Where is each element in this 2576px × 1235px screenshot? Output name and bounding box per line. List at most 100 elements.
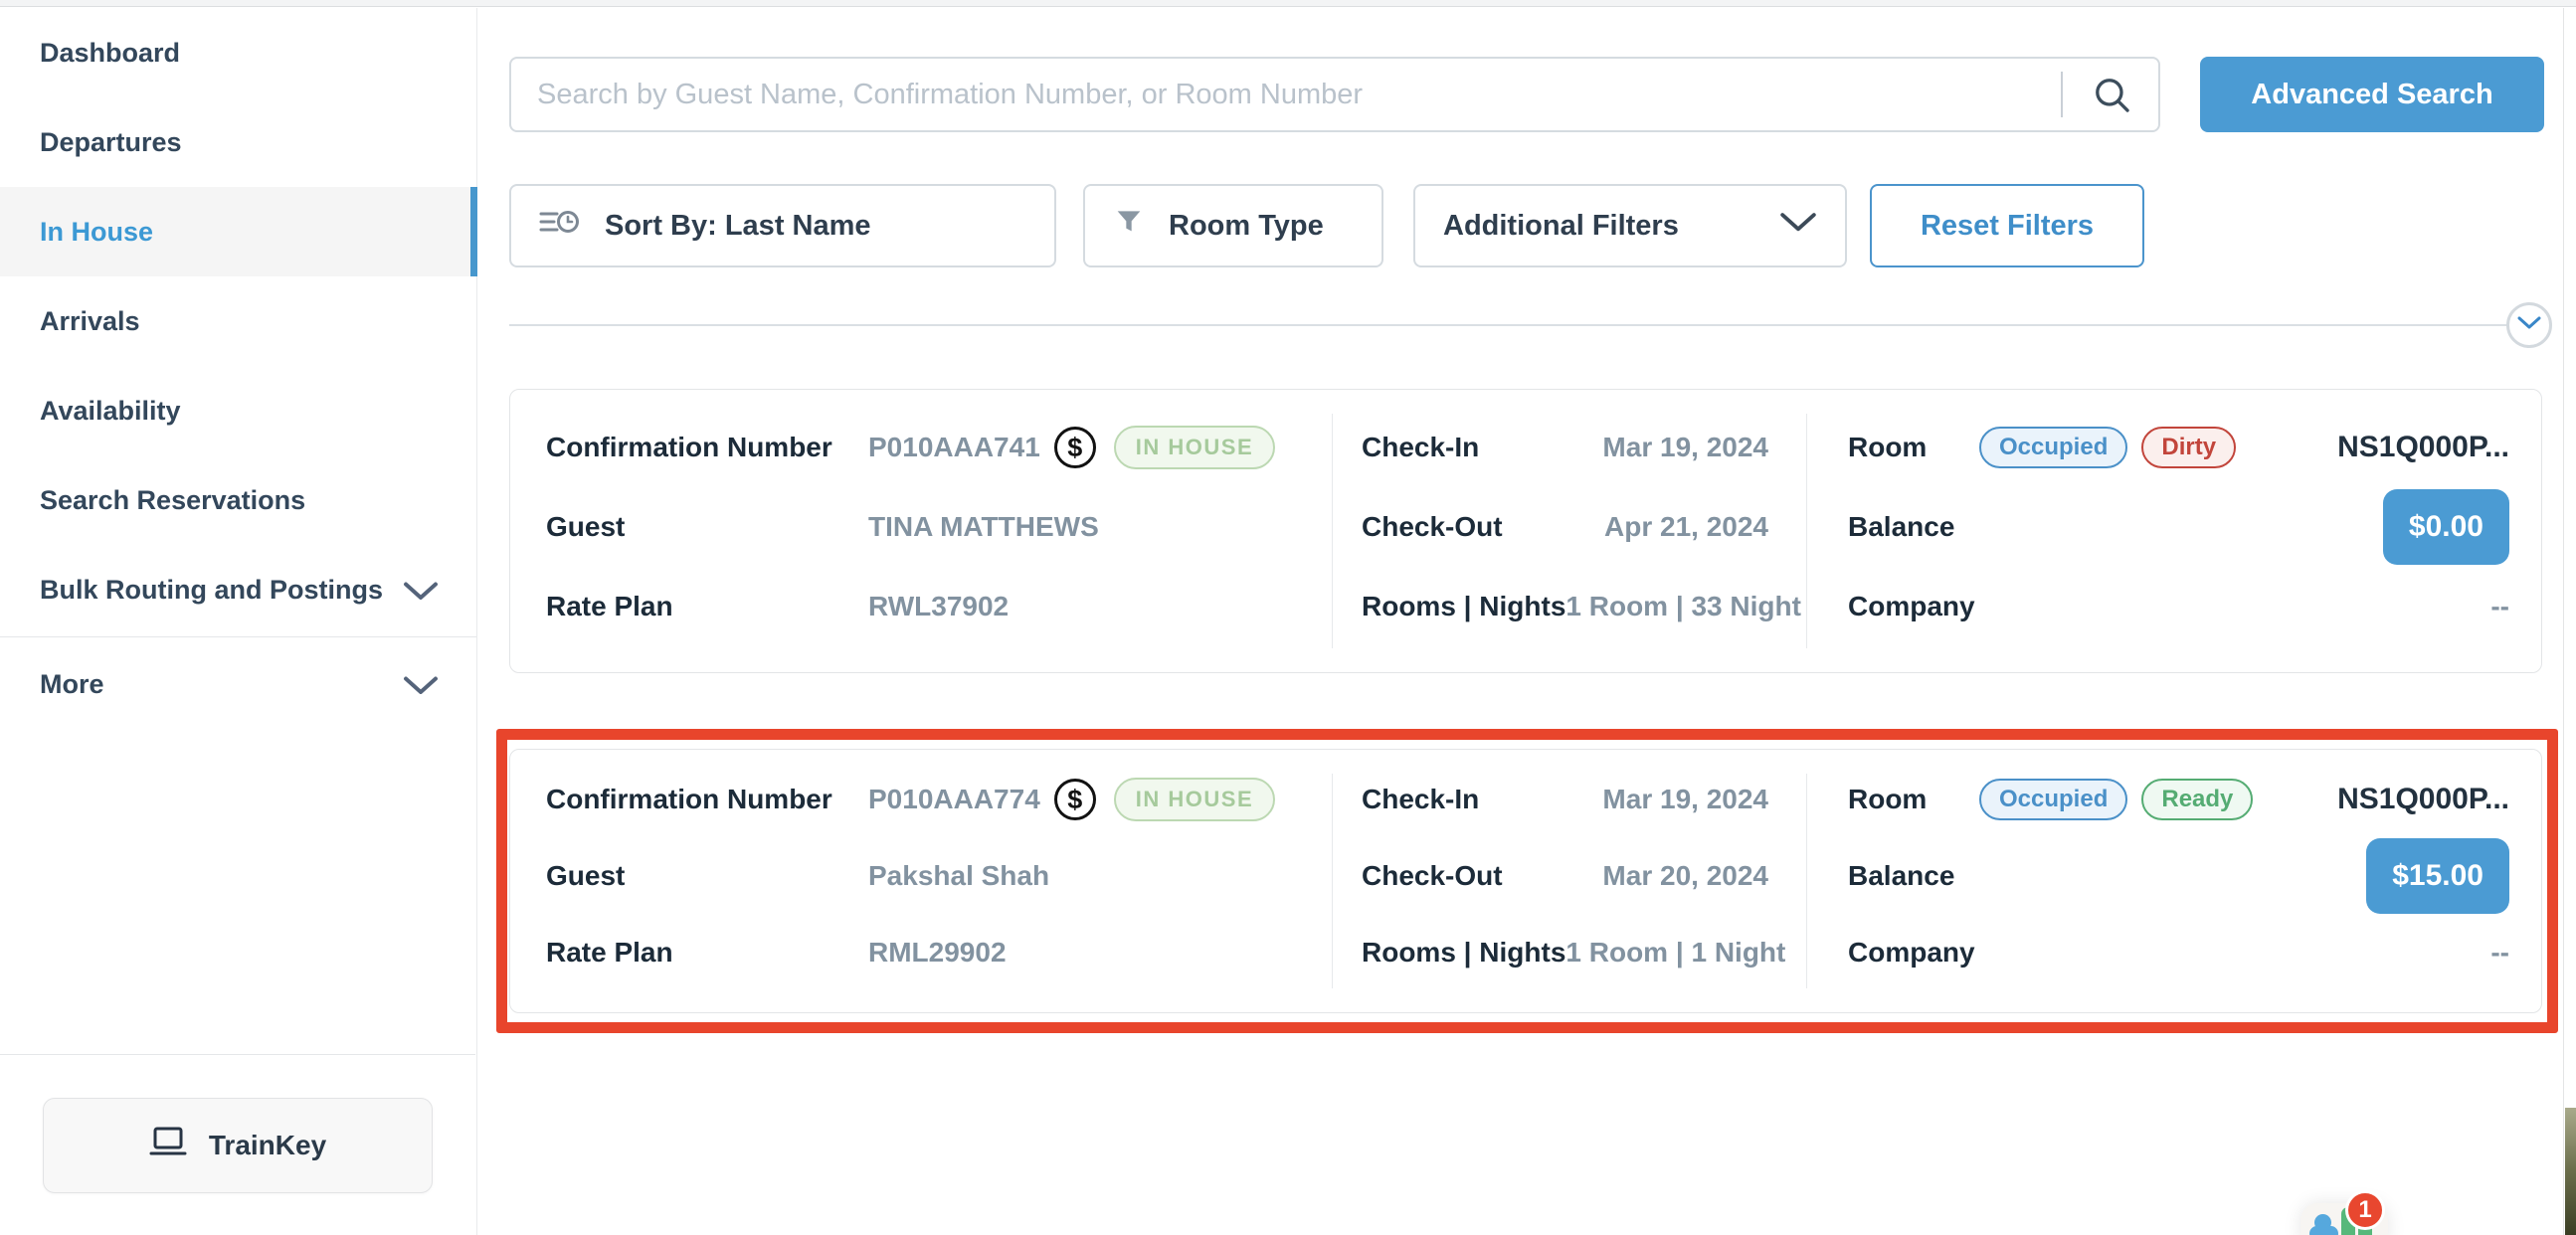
rooms-nights-row: Rooms | Nights 1 Room | 1 Night (1362, 931, 1768, 974)
sidebar-item-in-house[interactable]: In House (0, 187, 476, 276)
trainkey-label: TrainKey (209, 1130, 326, 1161)
dirty-badge: Dirty (2141, 427, 2236, 468)
chat-logo-shape (2309, 1226, 2338, 1235)
search-input[interactable] (511, 59, 2158, 130)
card-guest-column: Confirmation Number P010AAA741 $ IN HOUS… (546, 390, 1312, 672)
room-label: Room (1848, 432, 1979, 463)
additional-filters-label: Additional Filters (1443, 210, 1679, 243)
confirmation-number-label: Confirmation Number (546, 432, 868, 463)
advanced-search-button[interactable]: Advanced Search (2200, 57, 2544, 132)
sidebar-item-label: In House (40, 217, 153, 248)
chevron-down-icon (2517, 315, 2541, 336)
window-top-edge (0, 0, 2576, 7)
room-type-label: Room Type (1169, 210, 1324, 243)
guest-row: Guest Pakshal Shah (546, 854, 1312, 898)
room-type-dropdown[interactable]: Room Type (1083, 184, 1383, 267)
occupied-badge: Occupied (1979, 779, 2127, 820)
folio-dollar-icon[interactable]: $ (1054, 427, 1096, 468)
check-in-date: Mar 19, 2024 (1602, 432, 1768, 463)
sidebar-item-label: More (40, 669, 104, 700)
sidebar: Dashboard Departures In House Arrivals A… (0, 8, 477, 1235)
check-out-row: Check-Out Mar 20, 2024 (1362, 854, 1768, 898)
rate-plan-label: Rate Plan (546, 937, 868, 969)
room-status-badges: Occupied Dirty (1979, 427, 2236, 468)
rooms-nights-value: 1 Room | 1 Night (1565, 937, 1785, 969)
guest-name: Pakshal Shah (868, 860, 1049, 892)
balance-row: Balance $0.00 (1848, 489, 2509, 565)
folio-dollar-icon[interactable]: $ (1054, 779, 1096, 820)
rooms-nights-row: Rooms | Nights 1 Room | 33 Night (1362, 585, 1768, 628)
card-column-divider (1806, 414, 1807, 648)
card-column-divider (1332, 774, 1333, 988)
confirmation-row: Confirmation Number P010AAA774 $ IN HOUS… (546, 778, 1312, 821)
check-in-label: Check-In (1362, 432, 1479, 463)
confirmation-number-value: P010AAA774 (868, 784, 1040, 815)
sidebar-item-bulk-routing-and-postings[interactable]: Bulk Routing and Postings (0, 545, 476, 634)
rooms-nights-label: Rooms | Nights (1362, 591, 1565, 622)
balance-button[interactable]: $0.00 (2383, 489, 2509, 565)
search-box (509, 57, 2160, 132)
company-row: Company -- (1848, 931, 2509, 974)
ready-badge: Ready (2141, 779, 2253, 820)
reservation-card[interactable]: Confirmation Number P010AAA741 $ IN HOUS… (509, 389, 2542, 673)
card-dates-column: Check-In Mar 19, 2024 Check-Out Mar 20, … (1362, 750, 1768, 1012)
card-guest-column: Confirmation Number P010AAA774 $ IN HOUS… (546, 750, 1312, 1012)
rate-plan-value: RML29902 (868, 937, 1007, 969)
card-room-column: Room Occupied Ready NS1Q000P... Balance … (1848, 750, 2509, 1012)
sidebar-item-departures[interactable]: Departures (0, 97, 476, 187)
card-column-divider (1332, 414, 1333, 648)
room-label: Room (1848, 784, 1979, 815)
rooms-nights-label: Rooms | Nights (1362, 937, 1565, 969)
reservation-card[interactable]: Confirmation Number P010AAA774 $ IN HOUS… (509, 749, 2542, 1013)
rate-plan-value: RWL37902 (868, 591, 1009, 622)
guest-label: Guest (546, 511, 868, 543)
laptop-icon (149, 1126, 187, 1164)
confirmation-row: Confirmation Number P010AAA741 $ IN HOUS… (546, 426, 1312, 469)
company-value: -- (2490, 937, 2509, 969)
sidebar-item-arrivals[interactable]: Arrivals (0, 276, 476, 366)
sidebar-item-availability[interactable]: Availability (0, 366, 476, 455)
company-label: Company (1848, 591, 1979, 622)
check-out-row: Check-Out Apr 21, 2024 (1362, 505, 1768, 549)
company-label: Company (1848, 937, 1979, 969)
guest-row: Guest TINA MATTHEWS (546, 505, 1312, 549)
in-house-status-badge: IN HOUSE (1114, 778, 1275, 821)
guest-name: TINA MATTHEWS (868, 511, 1099, 543)
notification-badge: 1 (2345, 1190, 2385, 1230)
window-right-edge (2563, 8, 2564, 1235)
collapse-toggle[interactable] (2506, 302, 2552, 348)
card-column-divider (1806, 774, 1807, 988)
company-row: Company -- (1848, 585, 2509, 628)
sidebar-item-label: Availability (40, 396, 181, 427)
reset-filters-button[interactable]: Reset Filters (1870, 184, 2144, 267)
occupied-badge: Occupied (1979, 427, 2127, 468)
check-out-date: Mar 20, 2024 (1602, 860, 1768, 892)
rate-plan-row: Rate Plan RWL37902 (546, 585, 1312, 628)
check-in-row: Check-In Mar 19, 2024 (1362, 426, 1768, 469)
trainkey-button[interactable]: TrainKey (43, 1098, 433, 1193)
sidebar-divider (0, 636, 476, 637)
sidebar-item-more[interactable]: More (0, 639, 476, 729)
additional-filters-dropdown[interactable]: Additional Filters (1413, 184, 1847, 267)
filter-funnel-icon (1113, 206, 1145, 246)
card-room-column: Room Occupied Dirty NS1Q000P... Balance … (1848, 390, 2509, 672)
sort-by-label: Sort By: Last Name (605, 210, 871, 243)
check-out-label: Check-Out (1362, 860, 1503, 892)
confirmation-number-value: P010AAA741 (868, 432, 1040, 463)
room-number: NS1Q000P... (2337, 783, 2509, 816)
search-icon[interactable] (2091, 74, 2134, 117)
card-dates-column: Check-In Mar 19, 2024 Check-Out Apr 21, … (1362, 390, 1768, 672)
check-in-row: Check-In Mar 19, 2024 (1362, 778, 1768, 821)
sidebar-footer: TrainKey (0, 1054, 475, 1235)
app-window: Dashboard Departures In House Arrivals A… (0, 0, 2576, 1235)
sidebar-item-search-reservations[interactable]: Search Reservations (0, 455, 476, 545)
sort-icon (539, 205, 581, 247)
balance-row: Balance $15.00 (1848, 838, 2509, 914)
in-house-status-badge: IN HOUSE (1114, 426, 1275, 469)
sidebar-item-dashboard[interactable]: Dashboard (0, 8, 476, 97)
guest-label: Guest (546, 860, 868, 892)
room-row: Room Occupied Dirty NS1Q000P... (1848, 426, 2509, 469)
chevron-down-icon (1779, 210, 1817, 243)
sort-by-dropdown[interactable]: Sort By: Last Name (509, 184, 1056, 267)
balance-button[interactable]: $15.00 (2366, 838, 2509, 914)
